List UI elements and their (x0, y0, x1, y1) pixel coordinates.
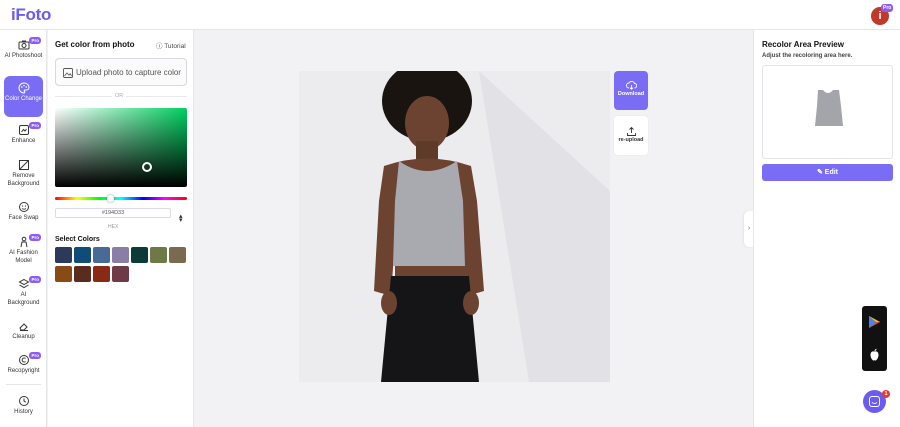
color-swatch[interactable] (169, 247, 186, 263)
saturation-value-picker[interactable] (55, 108, 187, 187)
sidebar-item-label: AI Background (7, 292, 40, 306)
color-swatch[interactable] (93, 266, 110, 282)
pro-badge: Pro (29, 37, 41, 44)
format-toggle-icon[interactable]: ▴ ▾ (179, 213, 183, 224)
color-picker-handle[interactable] (142, 162, 152, 172)
chevron-right-icon: › (747, 225, 751, 232)
color-swatch[interactable] (112, 266, 129, 282)
edit-button[interactable]: ✎ Edit (762, 164, 893, 181)
sidebar-item-label: Cleanup (12, 334, 35, 340)
reupload-label: re-upload (618, 137, 644, 143)
sidebar-item-enhance[interactable]: Pro Enhance (4, 122, 43, 146)
help-icon: ⓘ (156, 43, 163, 50)
model-photo (299, 71, 610, 382)
sidebar-item-label: Color Change (4, 96, 43, 102)
image-icon (63, 68, 73, 78)
recolor-preview-subtitle: Adjust the recoloring area here. (762, 53, 853, 59)
sidebar-item-recopyright[interactable]: Pro Recopyright (4, 352, 43, 376)
color-swatch[interactable] (150, 247, 167, 263)
sidebar-item-label: Face Swap (8, 215, 39, 221)
app-store-widget (862, 306, 887, 371)
download-button[interactable]: Download (614, 71, 648, 110)
upload-photo-button[interactable]: Upload photo to capture color (55, 58, 187, 86)
reupload-button[interactable]: re-upload (614, 116, 648, 155)
eraser-icon (18, 323, 28, 331)
camera-icon (18, 40, 29, 50)
color-swatch[interactable] (74, 266, 91, 282)
copyright-icon (18, 355, 29, 365)
edit-label: Edit (824, 169, 839, 176)
sidebar: Pro AI Photoshoot Color Change Pro Enhan… (0, 30, 47, 427)
color-swatch[interactable] (74, 247, 91, 263)
hex-input[interactable]: #194D33 (55, 208, 171, 218)
sidebar-item-ai-fashion-model[interactable]: Pro AI Fashion Model (4, 234, 43, 265)
sidebar-item-face-swap[interactable]: Face Swap (4, 201, 43, 223)
palette-icon (18, 82, 30, 94)
sidebar-item-label: AI Photoshoot (4, 53, 43, 59)
sidebar-item-label: Recopyright (7, 368, 40, 374)
upload-icon (626, 126, 636, 136)
tutorial-link[interactable]: ⓘ Tutorial (156, 40, 186, 50)
color-swatch[interactable] (93, 247, 110, 263)
tutorial-label: Tutorial (164, 43, 186, 50)
panel-title: Get color from photo (55, 40, 135, 49)
apple-icon[interactable] (869, 348, 880, 361)
chat-unread-badge: 1 (882, 390, 890, 398)
sidebar-item-history[interactable]: History (4, 395, 43, 417)
hue-slider[interactable] (55, 197, 187, 200)
sidebar-item-ai-background[interactable]: Pro AI Background (4, 276, 43, 307)
upload-label: Upload photo to capture color (76, 68, 181, 77)
pro-badge: Pro (29, 352, 41, 359)
sidebar-divider (6, 384, 41, 385)
photo-canvas[interactable] (299, 71, 610, 382)
avatar-pro-badge: Pro (881, 4, 894, 12)
pro-badge: Pro (29, 234, 41, 241)
pencil-icon: ✎ (816, 169, 823, 176)
color-swatch[interactable] (55, 247, 72, 263)
enhance-icon (18, 125, 29, 135)
color-panel: Get color from photo ⓘ Tutorial Upload p… (48, 30, 194, 427)
tank-top-thumbnail (815, 90, 843, 126)
select-colors-title: Select Colors (55, 236, 100, 243)
sidebar-item-ai-photoshoot[interactable]: Pro AI Photoshoot (4, 37, 43, 61)
sidebar-item-label: Enhance (11, 138, 36, 144)
face-swap-icon (18, 202, 29, 212)
pro-badge: Pro (29, 122, 41, 129)
recolor-preview-image (762, 65, 893, 159)
sidebar-item-cleanup[interactable]: Cleanup (4, 320, 43, 342)
fashion-model-icon (20, 236, 27, 248)
color-swatch[interactable] (131, 247, 148, 263)
color-swatch[interactable] (55, 266, 72, 282)
sidebar-item-color-change[interactable]: Color Change (4, 76, 43, 117)
or-label: OR (112, 93, 127, 99)
app-logo[interactable]: iFoto (11, 5, 51, 25)
history-icon (18, 396, 29, 406)
sidebar-item-label: Remove Background (7, 173, 40, 187)
top-bar: iFoto i Pro (0, 0, 900, 30)
sidebar-item-label: AI Fashion Model (9, 250, 38, 264)
hue-slider-handle[interactable] (107, 195, 114, 202)
color-swatch[interactable] (112, 247, 129, 263)
pro-badge: Pro (29, 276, 41, 283)
sidebar-item-label: History (14, 409, 33, 415)
download-cloud-icon (625, 81, 637, 90)
remove-bg-icon (18, 160, 29, 170)
sidebar-item-remove-background[interactable]: Remove Background (4, 159, 43, 188)
layers-icon (17, 278, 30, 289)
download-label: Download (617, 91, 645, 97)
chat-icon (869, 396, 880, 407)
hex-label: HEX (108, 224, 119, 230)
recolor-preview-title: Recolor Area Preview (762, 40, 844, 49)
google-play-icon[interactable] (869, 316, 880, 328)
